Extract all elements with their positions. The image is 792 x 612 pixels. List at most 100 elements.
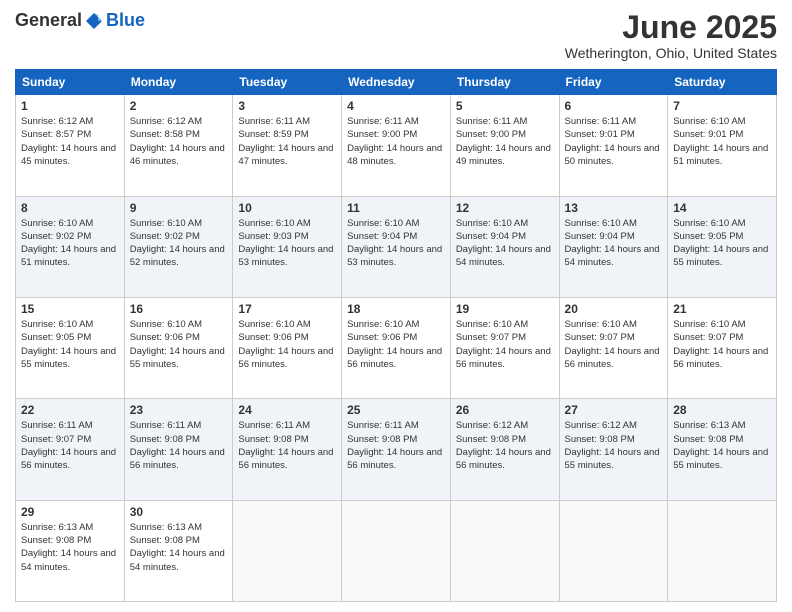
day-info: Sunrise: 6:10 AMSunset: 9:05 PMDaylight:…: [21, 318, 119, 371]
day-number: 19: [456, 302, 554, 316]
calendar-day-cell: 10Sunrise: 6:10 AMSunset: 9:03 PMDayligh…: [233, 196, 342, 297]
day-info: Sunrise: 6:13 AMSunset: 9:08 PMDaylight:…: [21, 521, 119, 574]
day-info: Sunrise: 6:12 AMSunset: 8:57 PMDaylight:…: [21, 115, 119, 168]
weekday-header-friday: Friday: [559, 70, 668, 95]
calendar-day-cell: 18 Sunrise: 6:10 AMSunset: 9:06 PMDayligh…: [342, 297, 451, 398]
day-info: Sunrise: 6:11 AMSunset: 9:08 PMDaylight:…: [347, 419, 445, 472]
day-number: 4: [347, 99, 445, 113]
calendar-day-cell: 22 Sunrise: 6:11 AMSunset: 9:07 PMDayligh…: [16, 399, 125, 500]
day-info: Sunrise: 6:10 AMSunset: 9:02 PMDaylight:…: [130, 217, 228, 270]
calendar-day-cell: 5 Sunrise: 6:11 AMSunset: 9:00 PMDaylight…: [450, 95, 559, 196]
day-info: Sunrise: 6:11 AMSunset: 9:08 PMDaylight:…: [238, 419, 336, 472]
day-info: Sunrise: 6:10 AMSunset: 9:06 PMDaylight:…: [130, 318, 228, 371]
day-number: 22: [21, 403, 119, 417]
calendar-empty-cell: [450, 500, 559, 601]
day-number: 14: [673, 201, 771, 215]
day-info: Sunrise: 6:10 AMSunset: 9:06 PMDaylight:…: [238, 318, 336, 371]
header: General Blue June 2025 Wetherington, Ohi…: [15, 10, 777, 61]
calendar-day-cell: 2 Sunrise: 6:12 AMSunset: 8:58 PMDaylight…: [124, 95, 233, 196]
day-info: Sunrise: 6:10 AMSunset: 9:07 PMDaylight:…: [673, 318, 771, 371]
calendar-day-cell: 11Sunrise: 6:10 AMSunset: 9:04 PMDayligh…: [342, 196, 451, 297]
day-info: Sunrise: 6:13 AMSunset: 9:08 PMDaylight:…: [673, 419, 771, 472]
day-number: 3: [238, 99, 336, 113]
month-title: June 2025: [565, 10, 777, 45]
day-info: Sunrise: 6:10 AMSunset: 9:04 PMDaylight:…: [347, 217, 445, 270]
day-info: Sunrise: 6:13 AMSunset: 9:08 PMDaylight:…: [130, 521, 228, 574]
calendar-header-row: SundayMondayTuesdayWednesdayThursdayFrid…: [16, 70, 777, 95]
calendar-empty-cell: [559, 500, 668, 601]
day-info: Sunrise: 6:11 AMSunset: 9:08 PMDaylight:…: [130, 419, 228, 472]
calendar-day-cell: 15 Sunrise: 6:10 AMSunset: 9:05 PMDayligh…: [16, 297, 125, 398]
location-subtitle: Wetherington, Ohio, United States: [565, 45, 777, 61]
calendar-day-cell: 26 Sunrise: 6:12 AMSunset: 9:08 PMDayligh…: [450, 399, 559, 500]
day-number: 18: [347, 302, 445, 316]
weekday-header-tuesday: Tuesday: [233, 70, 342, 95]
day-info: Sunrise: 6:10 AMSunset: 9:04 PMDaylight:…: [456, 217, 554, 270]
day-info: Sunrise: 6:10 AMSunset: 9:06 PMDaylight:…: [347, 318, 445, 371]
calendar-day-cell: 30 Sunrise: 6:13 AMSunset: 9:08 PMDayligh…: [124, 500, 233, 601]
day-number: 15: [21, 302, 119, 316]
page: General Blue June 2025 Wetherington, Ohi…: [0, 0, 792, 612]
day-number: 25: [347, 403, 445, 417]
calendar-week-row: 1 Sunrise: 6:12 AMSunset: 8:57 PMDaylight…: [16, 95, 777, 196]
day-number: 30: [130, 505, 228, 519]
day-number: 29: [21, 505, 119, 519]
day-info: Sunrise: 6:11 AMSunset: 9:01 PMDaylight:…: [565, 115, 663, 168]
weekday-header-wednesday: Wednesday: [342, 70, 451, 95]
calendar-day-cell: 12 Sunrise: 6:10 AMSunset: 9:04 PMDayligh…: [450, 196, 559, 297]
calendar-empty-cell: [342, 500, 451, 601]
day-number: 26: [456, 403, 554, 417]
day-number: 21: [673, 302, 771, 316]
calendar-empty-cell: [233, 500, 342, 601]
logo-icon: [84, 11, 104, 31]
day-info: Sunrise: 6:10 AMSunset: 9:02 PMDaylight:…: [21, 217, 119, 270]
day-info: Sunrise: 6:10 AMSunset: 9:01 PMDaylight:…: [673, 115, 771, 168]
day-number: 2: [130, 99, 228, 113]
calendar-day-cell: 13 Sunrise: 6:10 AMSunset: 9:04 PMDayligh…: [559, 196, 668, 297]
calendar-day-cell: 6Sunrise: 6:11 AMSunset: 9:01 PMDaylight…: [559, 95, 668, 196]
day-info: Sunrise: 6:12 AMSunset: 9:08 PMDaylight:…: [456, 419, 554, 472]
day-number: 1: [21, 99, 119, 113]
day-number: 20: [565, 302, 663, 316]
day-info: Sunrise: 6:11 AMSunset: 9:07 PMDaylight:…: [21, 419, 119, 472]
day-info: Sunrise: 6:10 AMSunset: 9:07 PMDaylight:…: [456, 318, 554, 371]
day-number: 17: [238, 302, 336, 316]
calendar-week-row: 8Sunrise: 6:10 AMSunset: 9:02 PMDaylight…: [16, 196, 777, 297]
calendar-day-cell: 23Sunrise: 6:11 AMSunset: 9:08 PMDayligh…: [124, 399, 233, 500]
day-info: Sunrise: 6:10 AMSunset: 9:07 PMDaylight:…: [565, 318, 663, 371]
day-number: 13: [565, 201, 663, 215]
calendar-week-row: 15 Sunrise: 6:10 AMSunset: 9:05 PMDayligh…: [16, 297, 777, 398]
calendar-day-cell: 24 Sunrise: 6:11 AMSunset: 9:08 PMDayligh…: [233, 399, 342, 500]
day-number: 24: [238, 403, 336, 417]
calendar-day-cell: 1 Sunrise: 6:12 AMSunset: 8:57 PMDaylight…: [16, 95, 125, 196]
logo-general-text: General: [15, 10, 82, 31]
calendar-day-cell: 9 Sunrise: 6:10 AMSunset: 9:02 PMDaylight…: [124, 196, 233, 297]
calendar-day-cell: 25 Sunrise: 6:11 AMSunset: 9:08 PMDayligh…: [342, 399, 451, 500]
logo: General Blue: [15, 10, 145, 31]
calendar-day-cell: 20 Sunrise: 6:10 AMSunset: 9:07 PMDayligh…: [559, 297, 668, 398]
day-info: Sunrise: 6:11 AMSunset: 9:00 PMDaylight:…: [347, 115, 445, 168]
day-number: 9: [130, 201, 228, 215]
title-block: June 2025 Wetherington, Ohio, United Sta…: [565, 10, 777, 61]
day-info: Sunrise: 6:12 AMSunset: 8:58 PMDaylight:…: [130, 115, 228, 168]
day-info: Sunrise: 6:10 AMSunset: 9:04 PMDaylight:…: [565, 217, 663, 270]
logo-blue-text: Blue: [106, 10, 145, 31]
calendar-day-cell: 7 Sunrise: 6:10 AMSunset: 9:01 PMDaylight…: [668, 95, 777, 196]
weekday-header-thursday: Thursday: [450, 70, 559, 95]
calendar-day-cell: 14 Sunrise: 6:10 AMSunset: 9:05 PMDayligh…: [668, 196, 777, 297]
day-info: Sunrise: 6:11 AMSunset: 9:00 PMDaylight:…: [456, 115, 554, 168]
calendar-day-cell: 19 Sunrise: 6:10 AMSunset: 9:07 PMDayligh…: [450, 297, 559, 398]
day-number: 7: [673, 99, 771, 113]
calendar-day-cell: 21 Sunrise: 6:10 AMSunset: 9:07 PMDayligh…: [668, 297, 777, 398]
day-number: 12: [456, 201, 554, 215]
calendar-day-cell: 16Sunrise: 6:10 AMSunset: 9:06 PMDayligh…: [124, 297, 233, 398]
calendar-day-cell: 3 Sunrise: 6:11 AMSunset: 8:59 PMDaylight…: [233, 95, 342, 196]
calendar-day-cell: 4 Sunrise: 6:11 AMSunset: 9:00 PMDaylight…: [342, 95, 451, 196]
day-info: Sunrise: 6:11 AMSunset: 8:59 PMDaylight:…: [238, 115, 336, 168]
calendar-day-cell: 29 Sunrise: 6:13 AMSunset: 9:08 PMDayligh…: [16, 500, 125, 601]
day-info: Sunrise: 6:12 AMSunset: 9:08 PMDaylight:…: [565, 419, 663, 472]
day-number: 5: [456, 99, 554, 113]
weekday-header-monday: Monday: [124, 70, 233, 95]
day-info: Sunrise: 6:10 AMSunset: 9:05 PMDaylight:…: [673, 217, 771, 270]
day-number: 27: [565, 403, 663, 417]
